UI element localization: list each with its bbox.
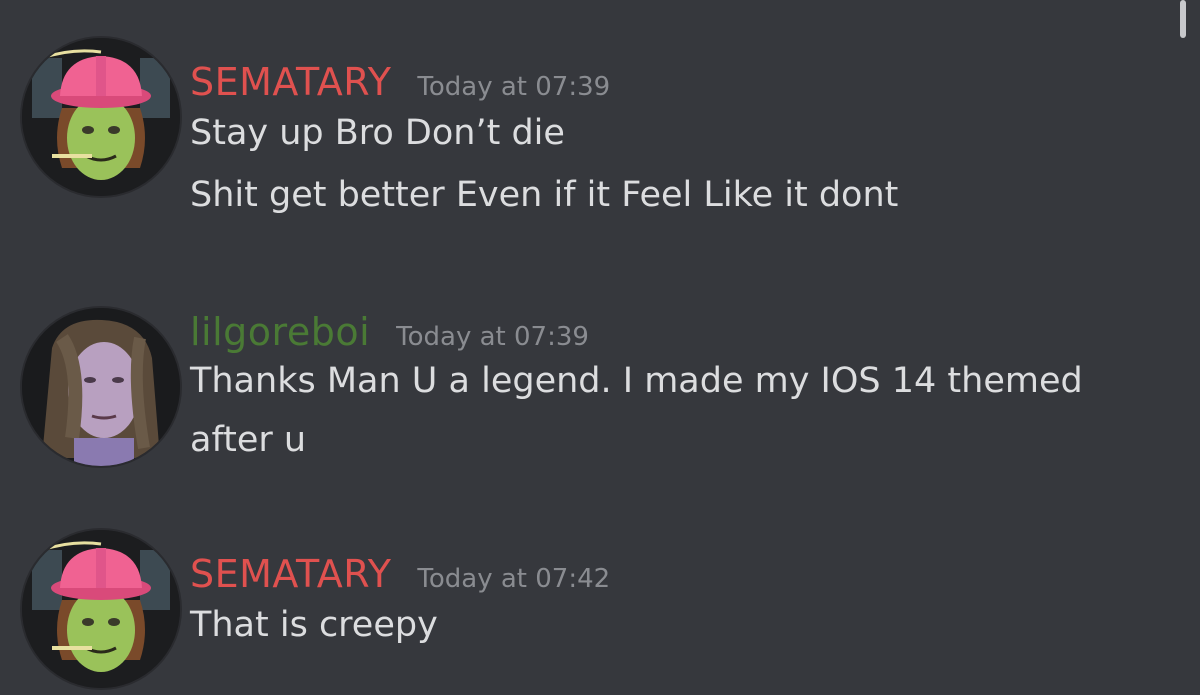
message-content: SEMATARY Today at 07:39 Stay up Bro Don’… — [190, 60, 898, 226]
username[interactable]: SEMATARY — [190, 60, 391, 104]
chat-message-list: SEMATARY Today at 07:39 Stay up Bro Don’… — [0, 0, 1200, 695]
message-header: SEMATARY Today at 07:39 — [190, 60, 898, 104]
timestamp[interactable]: Today at 07:39 — [396, 322, 589, 352]
avatar[interactable] — [22, 308, 180, 466]
message-text: after u — [190, 420, 307, 460]
message-content: lilgoreboi Today at 07:39 Thanks Man U a… — [190, 310, 1083, 468]
message-text: Stay up Bro Don’t die — [190, 113, 565, 153]
timestamp[interactable]: Today at 07:42 — [417, 564, 610, 594]
message-header: lilgoreboi Today at 07:39 — [190, 310, 1083, 354]
long-hair-pale-face-avatar-icon — [22, 308, 180, 466]
avatar[interactable] — [22, 530, 180, 688]
pink-hardhat-character-avatar-icon — [22, 38, 180, 196]
message-content: SEMATARY Today at 07:42 That is creepy — [190, 552, 610, 656]
scrollbar-thumb[interactable] — [1180, 0, 1186, 38]
message-text: Thanks Man U a legend. I made my IOS 14 … — [190, 361, 1083, 401]
message-header: SEMATARY Today at 07:42 — [190, 552, 610, 596]
username[interactable]: lilgoreboi — [190, 310, 370, 354]
message-text: Shit get better Even if it Feel Like it … — [190, 175, 899, 215]
username[interactable]: SEMATARY — [190, 552, 391, 596]
pink-hardhat-character-avatar-icon — [22, 530, 180, 688]
timestamp[interactable]: Today at 07:39 — [417, 72, 610, 102]
avatar[interactable] — [22, 38, 180, 196]
message-text: That is creepy — [190, 605, 438, 645]
